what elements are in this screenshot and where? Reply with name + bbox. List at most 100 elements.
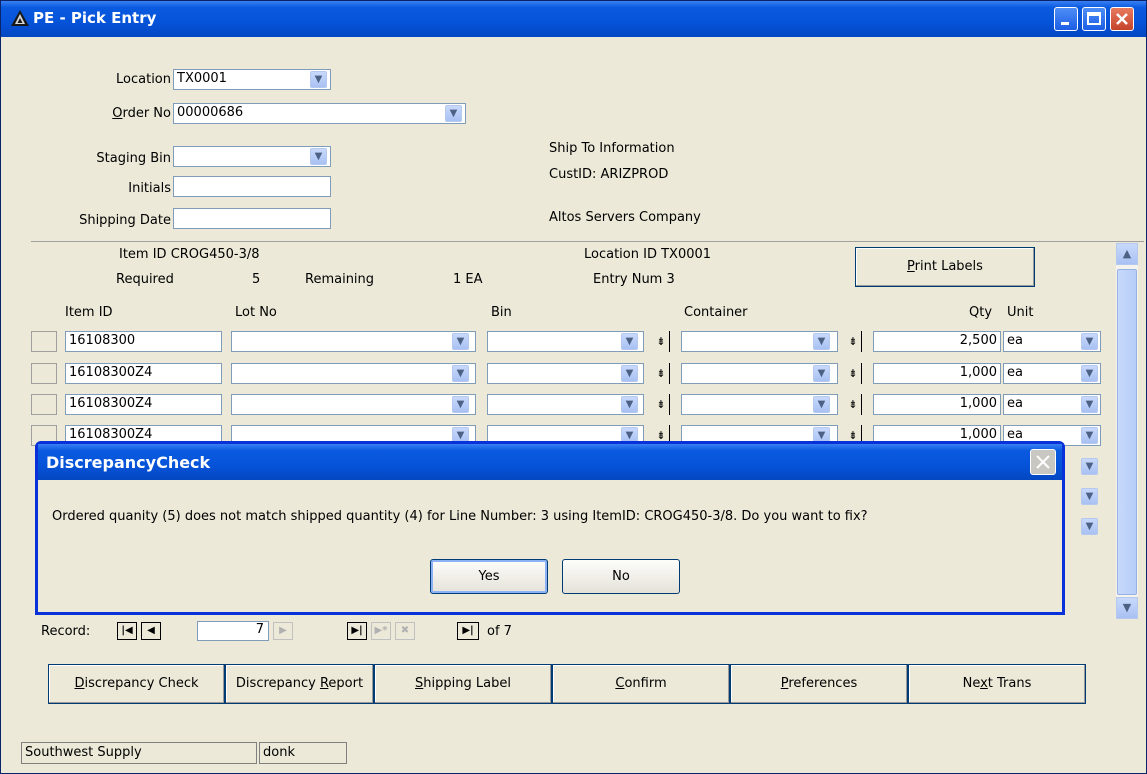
chevron-down-icon[interactable]: ▼ [813,396,830,413]
chevron-down-icon[interactable]: ▼ [1081,365,1098,382]
staging-bin-label: Staging Bin [96,151,171,166]
col-header-bin: Bin [491,305,512,320]
status-company: Southwest Supply [21,742,257,764]
minimize-icon [1061,22,1069,25]
item-id-info: Item ID CROG450-3/8 [119,247,260,262]
location-id-info: Location ID TX0001 [584,247,712,262]
chevron-down-icon[interactable]: ▼ [813,365,830,382]
qty-cell[interactable]: 2,500 [873,331,1001,352]
last-record-icon[interactable]: ▶| [347,622,367,640]
chevron-down-icon[interactable]: ▼ [1081,396,1098,413]
yes-button[interactable]: Yes [430,559,548,594]
location-select[interactable]: TX0001 [173,69,331,90]
double-down-arrow-icon[interactable]: ⇟ [653,394,670,415]
window-title: PE - Pick Entry [33,9,157,27]
chevron-down-icon[interactable]: ▼ [452,365,469,382]
ship-to-company: Altos Servers Company [549,210,701,225]
dialog-title: DiscrepancyCheck [46,453,211,472]
dialog-message: Ordered quanity (5) does not match shipp… [52,509,868,524]
prev-record-icon[interactable]: ◀ [141,622,161,640]
confirm-button[interactable]: Confirm [552,664,730,704]
location-value: TX0001 [177,71,227,86]
order-no-label: Order No [112,106,171,121]
col-header-lot-no: Lot No [235,305,277,320]
remaining-label: Remaining [305,272,375,287]
chevron-down-icon[interactable]: ▼ [1081,488,1098,505]
chevron-down-icon[interactable]: ▼ [621,333,638,350]
scroll-up-icon[interactable]: ▲ [1116,243,1138,265]
discrepancy-check-button[interactable]: Discrepancy Check [48,664,225,704]
entry-num: Entry Num 3 [593,272,675,287]
order-no-value: 00000686 [177,105,244,120]
chevron-down-icon[interactable]: ▼ [1081,518,1098,535]
maximize-button[interactable] [1082,7,1106,31]
col-header-container: Container [684,305,748,320]
status-user: donk [259,742,347,764]
dialog-close-button[interactable] [1030,449,1056,475]
required-label: Required [116,272,174,287]
new-record-icon[interactable]: ▶* [371,622,391,640]
record-number-input[interactable]: 7 [197,621,269,641]
delete-record-icon[interactable]: ✖ [395,622,415,640]
location-label: Location [116,72,171,87]
close-icon [1116,13,1128,25]
double-down-arrow-icon[interactable]: ⇟ [845,394,862,415]
preferences-button[interactable]: Preferences [730,664,908,704]
chevron-down-icon[interactable]: ▼ [1081,458,1098,475]
chevron-down-icon[interactable]: ▼ [452,333,469,350]
maximize-icon [1087,12,1101,25]
scroll-thumb[interactable] [1117,269,1137,595]
chevron-down-icon[interactable]: ▼ [1081,427,1098,444]
double-down-arrow-icon[interactable]: ⇟ [653,363,670,384]
vertical-scrollbar[interactable]: ▲ ▼ [1116,243,1138,619]
shipping-label-button[interactable]: Shipping Label [374,664,552,704]
staging-bin-select[interactable] [173,146,331,167]
order-no-select[interactable]: 00000686 [173,103,466,124]
item-id-cell[interactable]: 16108300Z4 [65,394,222,415]
double-down-arrow-icon[interactable]: ⇟ [653,331,670,352]
initials-input[interactable] [173,176,331,197]
ship-to-custid: CustID: ARIZPROD [549,167,669,182]
record-label: Record: [41,624,91,639]
chevron-down-icon[interactable]: ▼ [813,333,830,350]
discrepancy-report-button[interactable]: Discrepancy Report [225,664,374,704]
double-down-arrow-icon[interactable]: ⇟ [845,331,862,352]
lot-no-cell[interactable] [231,394,476,415]
shipping-date-input[interactable] [173,208,331,229]
chevron-down-icon[interactable]: ▼ [310,148,327,165]
next-trans-button[interactable]: Next Trans [908,664,1086,704]
title-bar[interactable]: PE - Pick Entry [1,1,1146,37]
chevron-down-icon[interactable]: ▼ [1081,333,1098,350]
last-page-icon[interactable]: ▶| [457,622,479,640]
close-button[interactable] [1110,7,1134,31]
first-record-icon[interactable]: |◀ [117,622,137,640]
dialog-title-bar[interactable]: DiscrepancyCheck [38,444,1062,480]
item-id-cell[interactable]: 16108300 [65,331,222,352]
item-id-cell[interactable]: 16108300Z4 [65,363,222,384]
print-labels-button[interactable]: Print Labels [855,247,1035,287]
row-selector[interactable] [31,363,57,384]
chevron-down-icon[interactable]: ▼ [621,365,638,382]
col-header-unit: Unit [1007,305,1034,320]
scroll-down-icon[interactable]: ▼ [1116,597,1138,619]
chevron-down-icon[interactable]: ▼ [445,105,462,122]
minimize-button[interactable] [1054,7,1078,31]
next-record-icon[interactable]: ▶ [273,622,293,640]
row-selector[interactable] [31,394,57,415]
remaining-value: 1 EA [453,272,483,287]
qty-cell[interactable]: 1,000 [873,363,1001,384]
qty-cell[interactable]: 1,000 [873,394,1001,415]
required-value: 5 [252,272,261,287]
chevron-down-icon[interactable]: ▼ [310,71,327,88]
double-down-arrow-icon[interactable]: ⇟ [845,363,862,384]
ship-to-heading: Ship To Information [549,141,675,156]
row-selector[interactable] [31,331,57,352]
chevron-down-icon[interactable]: ▼ [621,396,638,413]
app-logo-icon [11,10,29,30]
no-button[interactable]: No [562,559,680,594]
lot-no-cell[interactable] [231,331,476,352]
col-header-item-id: Item ID [65,305,113,320]
discrepancy-dialog: DiscrepancyCheck Ordered quanity (5) doe… [35,441,1065,615]
lot-no-cell[interactable] [231,363,476,384]
chevron-down-icon[interactable]: ▼ [452,396,469,413]
